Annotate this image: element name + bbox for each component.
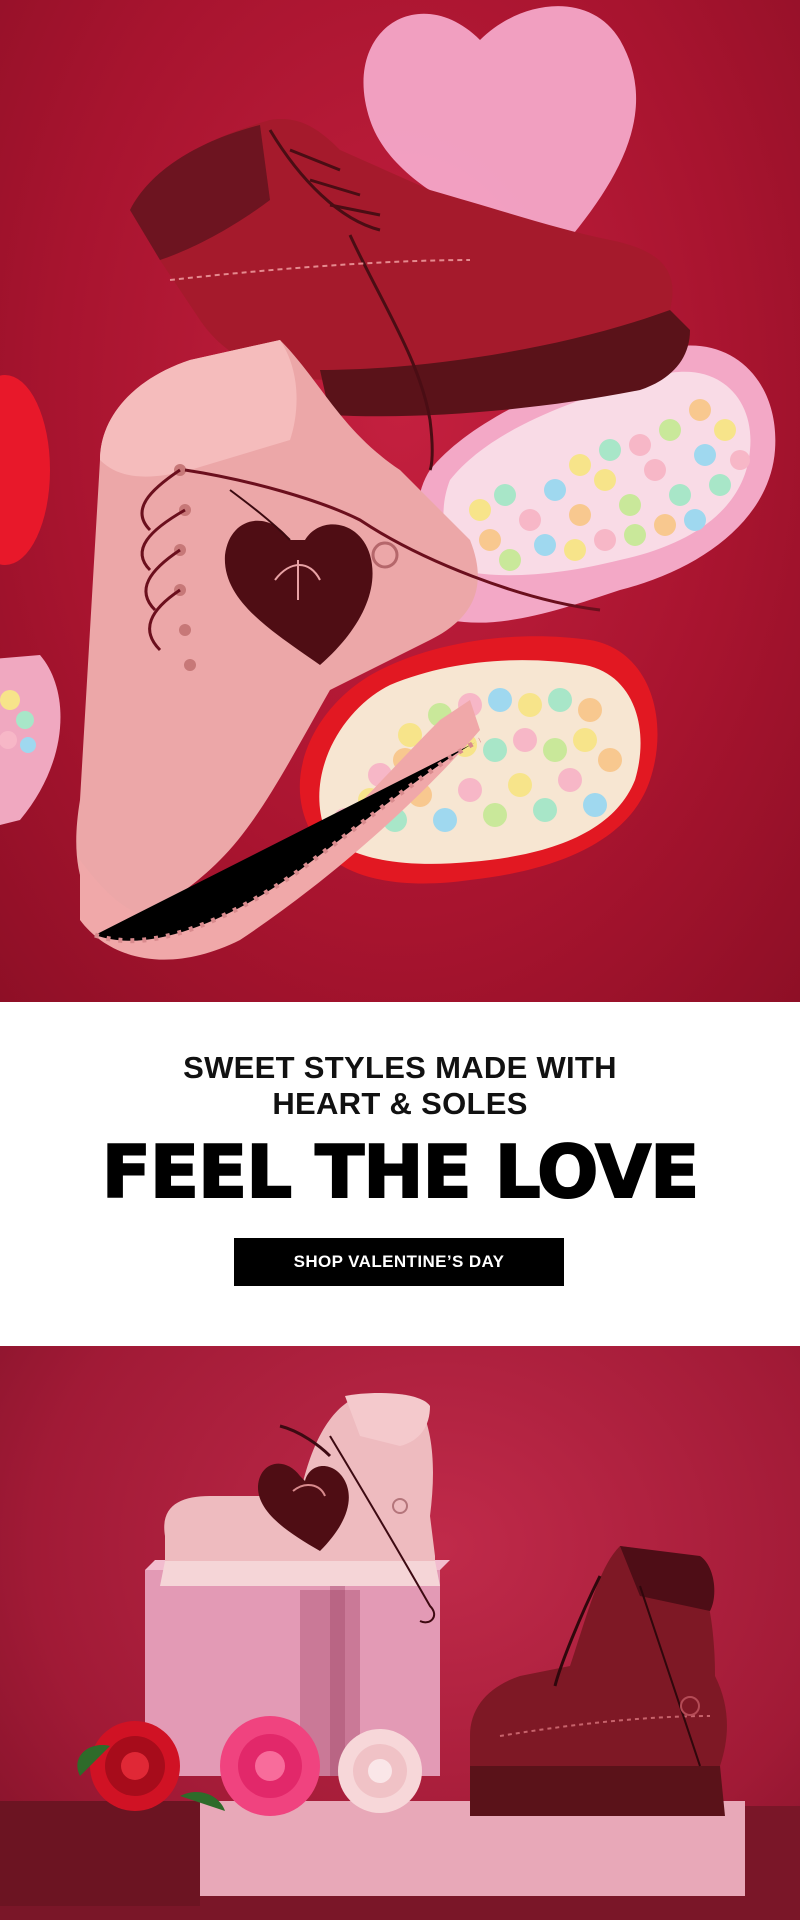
hero-image-top[interactable] [0,0,800,1002]
burgundy-boot-small [470,1546,727,1816]
shop-valentines-day-button[interactable]: SHOP VALENTINE’S DAY [234,1238,564,1286]
promo-heading: FEEL THE LOVE [101,1130,701,1214]
promo-subheading-line2: HEART & SOLES [272,1086,528,1121]
roses [77,1716,422,1816]
promo-subheading: SWEET STYLES MADE WITH HEART & SOLES [0,1050,800,1122]
hero-image-bottom[interactable] [0,1346,800,1920]
promo-section: SWEET STYLES MADE WITH HEART & SOLES FEE… [0,1002,800,1346]
red-heart-left [0,375,50,565]
promo-subheading-line1: SWEET STYLES MADE WITH [183,1050,617,1085]
